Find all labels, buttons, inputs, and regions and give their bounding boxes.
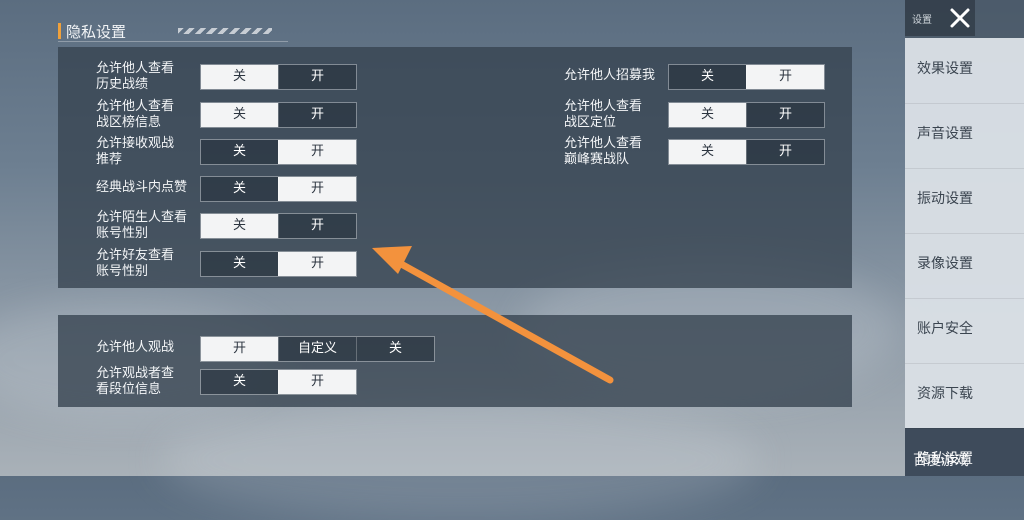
segmented-toggle: 关开 [200,139,357,165]
toggle-option[interactable]: 关 [669,103,746,127]
sidebar-divider [905,428,1024,429]
sidebar-item-label: 声音设置 [917,126,973,142]
watermark: 百度游戏 [905,440,1024,476]
section-header: 隐私设置 [58,20,458,42]
toggle-option[interactable]: 开 [278,65,356,89]
setting-label: 允许他人招募我 [564,68,656,83]
section-title: 隐私设置 [66,23,127,41]
toggle-option[interactable]: 关 [201,370,278,394]
segmented-toggle: 关开 [200,176,357,202]
header-underline [58,41,288,42]
arrow-annotation-icon [372,246,614,384]
sidebar-item-label: 效果设置 [917,61,973,77]
setting-label: 允许他人查看 历史战绩 [96,61,175,92]
sidebar-divider [905,103,1024,104]
segmented-toggle: 关开 [200,102,357,128]
sidebar-item-label: 账户安全 [917,321,973,337]
toggle-option[interactable]: 开 [278,252,356,276]
sidebar-item[interactable]: 资源下载 [905,363,1024,427]
sidebar-item-label: 录像设置 [917,256,973,272]
setting-label: 允许接收观战 推荐 [96,136,175,167]
toggle-option[interactable]: 关 [669,65,746,89]
segmented-toggle: 关开 [200,369,357,395]
sidebar-item[interactable]: 账户安全 [905,298,1024,362]
sidebar-item[interactable]: 效果设置 [905,38,1024,102]
stripe-decoration [178,28,272,34]
setting-label: 允许陌生人查看 账号性别 [96,210,188,241]
sidebar-item[interactable]: 声音设置 [905,103,1024,167]
toggle-option[interactable]: 开 [746,65,824,89]
setting-label: 允许他人查看 战区定位 [564,99,643,130]
toggle-option[interactable]: 关 [669,140,746,164]
segmented-toggle: 关开 [200,251,357,277]
sidebar-divider [905,168,1024,169]
sidebar-header-label: 设置 [912,15,932,26]
sidebar-item[interactable]: 录像设置 [905,233,1024,297]
sidebar-item-label: 振动设置 [917,191,973,207]
accent-bar [58,23,61,39]
setting-label: 允许观战者查 看段位信息 [96,366,175,397]
setting-label: 允许好友查看 账号性别 [96,248,175,279]
toggle-option[interactable]: 自定义 [278,337,356,361]
toggle-option[interactable]: 开 [278,214,356,238]
segmented-toggle: 关开 [668,139,825,165]
toggle-option[interactable]: 关 [201,140,278,164]
segmented-toggle: 关开 [668,102,825,128]
toggle-option[interactable]: 开 [278,177,356,201]
toggle-option[interactable]: 开 [201,337,278,361]
sidebar-divider [905,233,1024,234]
sidebar-menu: 效果设置 声音设置 振动设置 录像设置 账户安全 资源下载 隐私设置 [905,38,1024,476]
setting-label: 经典战斗内点赞 [96,180,188,195]
toggle-option[interactable]: 关 [201,252,278,276]
segmented-toggle: 关开 [200,64,357,90]
setting-label: 允许他人查看 巅峰赛战队 [564,136,643,167]
toggle-option[interactable]: 关 [201,103,278,127]
toggle-option[interactable]: 开 [746,140,824,164]
toggle-option[interactable]: 开 [278,103,356,127]
watermark-text: 百度游戏 [913,453,969,469]
toggle-option[interactable]: 开 [746,103,824,127]
setting-label: 允许他人查看 战区榜信息 [96,99,175,130]
toggle-option[interactable]: 开 [278,140,356,164]
toggle-option[interactable]: 关 [201,214,278,238]
segmented-toggle: 关开 [200,213,357,239]
close-icon[interactable] [947,5,973,31]
sidebar-item-label: 资源下载 [917,386,973,402]
toggle-option[interactable]: 开 [278,370,356,394]
toggle-option[interactable]: 关 [201,177,278,201]
cloud-decoration [160,400,760,520]
toggle-option[interactable]: 关 [201,65,278,89]
segmented-toggle: 关开 [668,64,825,90]
sidebar-divider [905,363,1024,364]
sidebar-divider [905,298,1024,299]
sidebar-item[interactable]: 振动设置 [905,168,1024,232]
setting-label: 允许他人观战 [96,340,175,355]
